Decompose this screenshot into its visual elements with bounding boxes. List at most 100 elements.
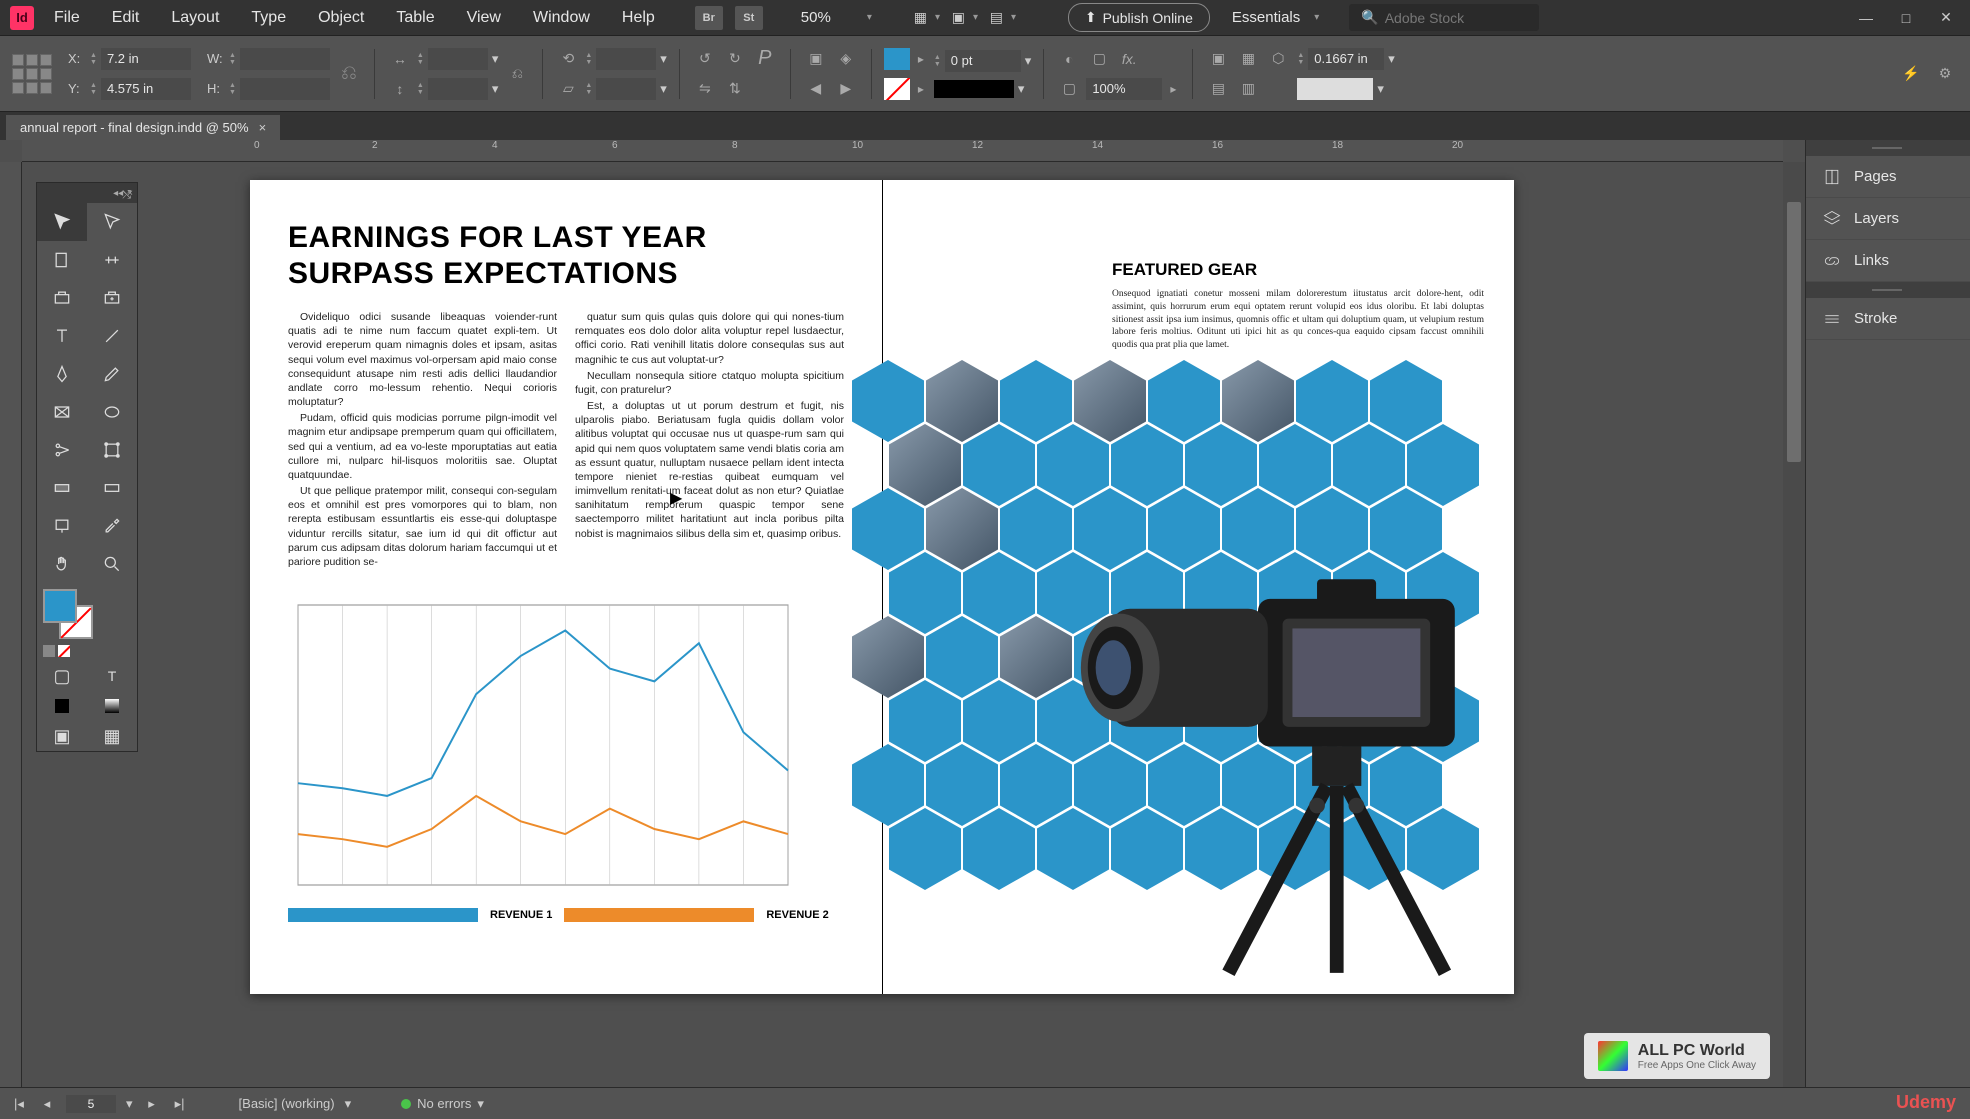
constrain-proportions-icon[interactable]: ⎌ [336, 63, 362, 85]
menu-view[interactable]: View [455, 3, 513, 33]
flip-both-icon[interactable]: ⇅ [722, 78, 748, 100]
format-container-icon[interactable] [43, 645, 55, 657]
layers-panel-tab[interactable]: Layers [1806, 198, 1970, 240]
page-tool[interactable] [37, 241, 87, 279]
scale-y-input[interactable] [428, 78, 488, 100]
y-stepper[interactable]: ▲▼ [90, 82, 97, 96]
close-button[interactable]: ✕ [1932, 8, 1960, 28]
canvas-area[interactable]: 0 2 4 6 8 10 12 14 16 18 20 ◂◂× [0, 140, 1805, 1087]
apply-black-icon[interactable] [37, 691, 87, 721]
scissors-tool[interactable] [37, 431, 87, 469]
wrap-shape-icon[interactable]: ⬡ [1265, 48, 1291, 70]
type-tool[interactable] [37, 317, 87, 355]
preview-view-icon[interactable]: ▦ [87, 721, 137, 751]
opacity-input[interactable] [1086, 78, 1162, 100]
vertical-scrollbar[interactable] [1783, 162, 1805, 1087]
prev-page-button[interactable]: ◂ [38, 1096, 56, 1112]
menu-edit[interactable]: Edit [100, 3, 152, 33]
rotate-input[interactable] [596, 48, 656, 70]
w-input[interactable] [240, 48, 330, 70]
zoom-tool[interactable] [87, 545, 137, 583]
maximize-button[interactable]: □ [1892, 8, 1920, 28]
zoom-chevron-icon[interactable]: ▾ [859, 12, 880, 23]
fill-menu[interactable]: ▸ [914, 52, 928, 66]
select-prev-icon[interactable]: ◀ [803, 78, 829, 100]
horizontal-ruler[interactable]: 0 2 4 6 8 10 12 14 16 18 20 [22, 140, 1783, 162]
hand-tool[interactable] [37, 545, 87, 583]
wrap-column-icon[interactable]: ▥ [1235, 78, 1261, 100]
flip-h-icon[interactable]: P [752, 48, 778, 70]
selection-tool[interactable] [37, 203, 87, 241]
adobe-stock-search[interactable]: 🔍 Adobe Stock [1349, 4, 1539, 31]
eyedropper-tool[interactable] [87, 507, 137, 545]
stock-icon[interactable]: St [735, 6, 763, 30]
ellipse-tool[interactable] [87, 393, 137, 431]
wrap-none-icon[interactable]: ▣ [1205, 48, 1231, 70]
corner-stepper[interactable]: ▲▼ [1297, 52, 1304, 66]
rotate-cw-icon[interactable]: ↻ [722, 48, 748, 70]
menu-window[interactable]: Window [521, 3, 602, 33]
flip-v-icon[interactable]: ⇋ [692, 78, 718, 100]
h-input[interactable] [240, 78, 330, 100]
gradient-feather-tool[interactable] [87, 469, 137, 507]
rotate-icon[interactable]: ⟲ [555, 48, 581, 70]
first-page-button[interactable]: |◂ [10, 1096, 28, 1112]
page-number-input[interactable] [66, 1095, 116, 1113]
effect-preview[interactable] [1297, 78, 1373, 100]
corner-input[interactable] [1308, 48, 1384, 70]
x-input[interactable] [101, 48, 191, 70]
stroke-menu[interactable]: ▸ [914, 82, 928, 96]
scroll-thumb[interactable] [1787, 202, 1801, 462]
page-dropdown[interactable]: ▾ [126, 1096, 133, 1112]
wrap-jump-icon[interactable]: ▤ [1205, 78, 1231, 100]
menu-layout[interactable]: Layout [159, 3, 231, 33]
apply-text-icon[interactable]: T [87, 661, 137, 691]
scale-y-icon[interactable]: ↕ [387, 78, 413, 100]
select-content-icon[interactable]: ◈ [833, 48, 859, 70]
rotate-ccw-icon[interactable]: ↺ [692, 48, 718, 70]
stroke-weight-stepper[interactable]: ▲▼ [934, 54, 941, 68]
document-spread[interactable]: EARNINGS FOR LAST YEAR SURPASS EXPECTATI… [250, 180, 1514, 994]
vertical-ruler[interactable] [0, 162, 22, 1087]
fill-color-swatch[interactable] [43, 589, 77, 623]
scale-x-icon[interactable]: ↔ [387, 48, 413, 70]
gradient-swatch-tool[interactable] [37, 469, 87, 507]
rectangle-frame-tool[interactable] [37, 393, 87, 431]
menu-help[interactable]: Help [610, 3, 667, 33]
apply-color-icon[interactable]: ▢ [37, 661, 87, 691]
wrap-bbox-icon[interactable]: ▦ [1235, 48, 1261, 70]
screen-mode-icon[interactable]: ▣▾ [954, 6, 984, 30]
publish-online-button[interactable]: ⬆ Publish Online [1068, 3, 1210, 32]
fx-icon[interactable]: fx. [1116, 48, 1142, 70]
shear-input[interactable] [596, 78, 656, 100]
workspace-switcher[interactable]: Essentials ▾ [1218, 5, 1341, 30]
shear-icon[interactable]: ▱ [555, 78, 581, 100]
h-stepper[interactable]: ▲▼ [229, 82, 236, 96]
preflight-profile[interactable]: [Basic] (working) [239, 1096, 335, 1111]
stroke-style-preview[interactable] [934, 80, 1014, 98]
line-tool[interactable] [87, 317, 137, 355]
apply-gradient-icon[interactable] [87, 691, 137, 721]
normal-view-icon[interactable]: ▣ [37, 721, 87, 751]
quick-apply-icon[interactable]: ⚡ [1898, 63, 1924, 85]
minimize-button[interactable]: — [1852, 8, 1880, 28]
y-input[interactable] [101, 78, 191, 100]
opacity-icon[interactable]: ◐ [1056, 48, 1082, 70]
effects-target-icon[interactable]: ▢ [1056, 78, 1082, 100]
format-text-icon[interactable] [58, 645, 70, 657]
content-collector-tool[interactable] [37, 279, 87, 317]
gap-tool[interactable] [87, 241, 137, 279]
view-options-icon[interactable]: ▦▾ [916, 6, 946, 30]
select-next-icon[interactable]: ▶ [833, 78, 859, 100]
direct-selection-tool[interactable] [87, 203, 137, 241]
links-panel-tab[interactable]: Links [1806, 240, 1970, 282]
select-container-icon[interactable]: ▣ [803, 48, 829, 70]
reference-point-grid[interactable] [12, 54, 52, 94]
menu-type[interactable]: Type [239, 3, 298, 33]
pencil-tool[interactable] [87, 355, 137, 393]
menu-file[interactable]: File [42, 3, 92, 33]
note-tool[interactable] [37, 507, 87, 545]
stroke-weight-input[interactable] [945, 50, 1021, 72]
pen-tool[interactable] [37, 355, 87, 393]
next-page-button[interactable]: ▸ [143, 1096, 161, 1112]
